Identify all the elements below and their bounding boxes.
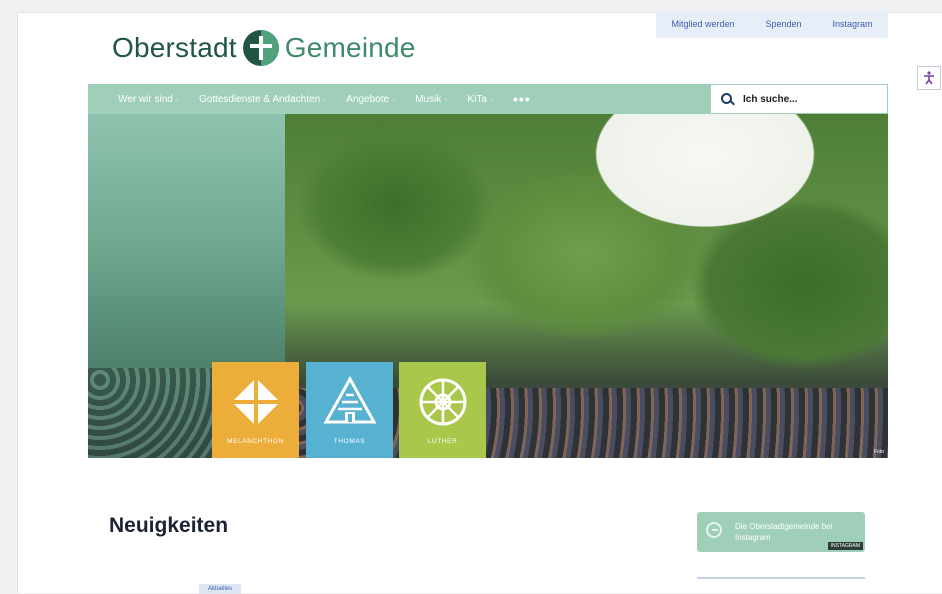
accessibility-button[interactable] xyxy=(917,66,941,90)
hero-banner: MELANCHTHON THOMAS LUTHER Foto xyxy=(88,114,888,458)
main-navigation: Wer wir sind · Gottesdienste & Andachten… xyxy=(88,84,888,114)
tile-label: THOMAS xyxy=(333,438,366,445)
search-box xyxy=(711,85,887,113)
instagram-teaser-text: Die Oberstadtgemeinde bei Instagram xyxy=(735,522,833,542)
tile-thomas[interactable]: THOMAS xyxy=(306,362,393,458)
nav-more-button[interactable]: ••• xyxy=(513,91,531,107)
instagram-teaser[interactable]: Die Oberstadtgemeinde bei Instagram INST… xyxy=(697,512,865,552)
nav-item-wer-wir-sind[interactable]: Wer wir sind · xyxy=(118,94,179,105)
category-tag[interactable]: Aktuelles xyxy=(199,584,241,594)
logo-word-gemeinde: Gemeinde xyxy=(284,32,416,63)
top-utility-bar: Mitglied werden Spenden Instagram xyxy=(656,10,888,38)
nav-item-musik[interactable]: Musik · xyxy=(415,94,447,105)
link-member[interactable]: Mitglied werden xyxy=(671,19,734,29)
link-instagram[interactable]: Instagram xyxy=(832,19,872,29)
instagram-icon xyxy=(706,522,722,538)
tile-label: MELANCHTHON xyxy=(227,438,284,445)
cross-logo-icon xyxy=(242,30,279,66)
nav-item-gottesdienste[interactable]: Gottesdienste & Andachten · xyxy=(199,94,326,105)
nav-item-kita[interactable]: KiTa · xyxy=(467,94,493,105)
church-triangle-icon xyxy=(322,376,377,424)
sidebar-divider xyxy=(697,577,865,579)
tile-luther[interactable]: LUTHER xyxy=(399,362,486,458)
photo-credit: Foto xyxy=(873,449,884,455)
rose-wheel-icon xyxy=(419,378,466,426)
tile-label: LUTHER xyxy=(427,438,458,445)
instagram-badge: INSTAGRAM xyxy=(827,542,863,550)
tile-melanchthon[interactable]: MELANCHTHON xyxy=(212,362,299,458)
diamond-cross-icon xyxy=(231,378,280,426)
news-heading: Neuigkeiten xyxy=(109,514,229,537)
logo-word-oberstadt: Oberstadt xyxy=(112,32,237,63)
accessibility-icon xyxy=(924,71,934,85)
nav-item-angebote[interactable]: Angebote · xyxy=(346,94,395,105)
search-icon[interactable] xyxy=(721,93,733,105)
site-logo[interactable]: Oberstadt Gemeinde xyxy=(112,28,416,68)
search-input[interactable] xyxy=(741,92,875,106)
link-donate[interactable]: Spenden xyxy=(765,19,801,29)
